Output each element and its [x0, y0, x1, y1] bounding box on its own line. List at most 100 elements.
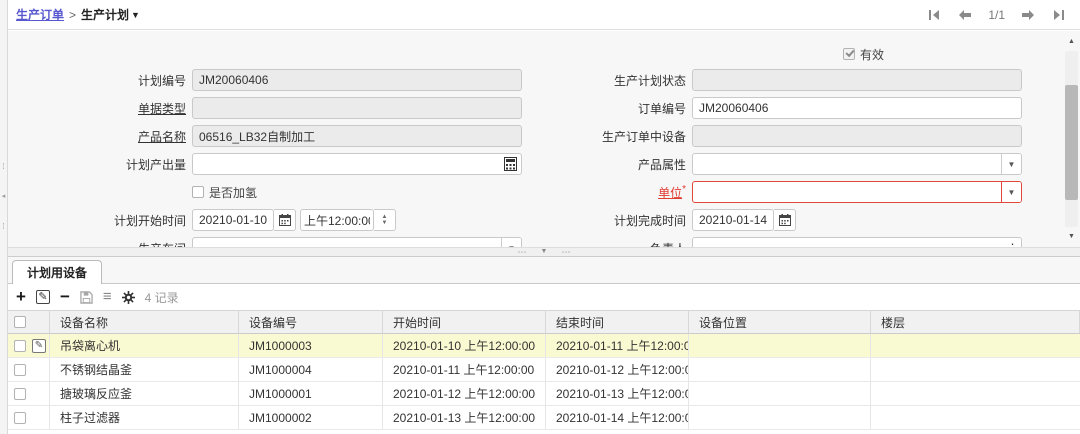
product-name-label-link[interactable]: 产品名称 — [14, 128, 186, 145]
save-icon[interactable] — [80, 291, 93, 304]
calendar-icon[interactable] — [774, 209, 796, 231]
left-collapse-rail[interactable]: ⁞ ◂ ⁞ — [0, 0, 8, 434]
manager-field[interactable]: ⋮ — [692, 237, 1022, 247]
calendar-icon[interactable] — [274, 209, 296, 231]
order-no-input[interactable] — [693, 98, 1021, 118]
splitter-collapse-icon[interactable]: ▼ — [541, 248, 548, 256]
table-row[interactable]: 不锈钢结晶釜JM100000420210-01-11 上午12:00:00202… — [8, 358, 1080, 382]
plan-no-label: 计划编号 — [14, 72, 186, 89]
start-time-input[interactable] — [301, 210, 373, 230]
time-spinner[interactable]: ▲ ▼ — [374, 209, 396, 231]
cell-end[interactable]: 20210-01-13 上午12:00:00 — [546, 382, 689, 405]
column-header[interactable]: 设备名称 — [50, 311, 239, 333]
cell-end[interactable]: 20210-01-11 上午12:00:00 — [546, 334, 689, 357]
splitter-dots-icon[interactable]: ⋯ — [518, 248, 527, 256]
planned-output-input[interactable] — [193, 154, 521, 174]
column-header[interactable]: 开始时间 — [383, 311, 546, 333]
breadcrumb-current[interactable]: 生产计划 — [81, 6, 129, 23]
table-row[interactable]: 柱子过滤器JM100000220210-01-13 上午12:00:002021… — [8, 406, 1080, 430]
row-checkbox[interactable] — [14, 388, 26, 400]
row-checkbox[interactable] — [14, 412, 26, 424]
planned-output-field[interactable] — [192, 153, 522, 175]
product-attr-combobox[interactable]: ▼ — [692, 153, 1022, 175]
cell-floor[interactable] — [871, 406, 1080, 429]
table-row[interactable]: 搪玻璃反应釜JM100000120210-01-12 上午12:00:00202… — [8, 382, 1080, 406]
cell-name[interactable]: 不锈钢结晶釜 — [50, 358, 239, 381]
column-header[interactable]: 楼层 — [871, 311, 1080, 333]
tab-plan-equipment[interactable]: 计划用设备 — [12, 260, 102, 284]
manager-label-link[interactable]: 负责人 — [548, 240, 686, 248]
detail-panel: 计划用设备 + ✎ − ≡ 4 记录 设备名称设备编号开始时间结束时间设备位置楼… — [8, 257, 1080, 434]
row-checkbox[interactable] — [14, 340, 26, 352]
finish-date-field[interactable] — [692, 209, 774, 231]
start-time-field[interactable] — [300, 209, 374, 231]
unit-combobox[interactable]: ▼ — [692, 181, 1022, 203]
cell-end[interactable]: 20210-01-14 上午12:00:00 — [546, 406, 689, 429]
previous-record-icon[interactable] — [958, 9, 972, 21]
chevron-down-icon[interactable]: ▼ — [1001, 154, 1021, 174]
breadcrumb-parent-link[interactable]: 生产订单 — [16, 6, 64, 23]
form-scrollbar[interactable]: ▲ ▼ — [1064, 35, 1079, 243]
calculator-icon[interactable] — [504, 157, 517, 171]
splitter-dots-icon[interactable]: ⋯ — [561, 248, 570, 256]
cell-floor[interactable] — [871, 334, 1080, 357]
gear-icon[interactable] — [122, 291, 135, 304]
cell-floor[interactable] — [871, 358, 1080, 381]
next-record-icon[interactable] — [1021, 9, 1035, 21]
cell-name[interactable]: 柱子过滤器 — [50, 406, 239, 429]
chevron-down-icon[interactable]: ▼ — [1001, 182, 1021, 202]
spin-up-icon[interactable]: ▲ — [382, 215, 388, 220]
list-view-icon[interactable]: ≡ — [103, 291, 112, 303]
remove-row-icon[interactable]: − — [60, 290, 70, 304]
cell-no[interactable]: JM1000004 — [239, 358, 383, 381]
unit-label-link[interactable]: 单位 — [658, 184, 682, 201]
panel-splitter[interactable]: ⋯ ▼ ⋯ — [8, 247, 1080, 257]
cell-name[interactable]: 搪玻璃反应釜 — [50, 382, 239, 405]
edit-row-icon[interactable]: ✎ — [36, 290, 50, 304]
spin-down-icon[interactable]: ▼ — [382, 221, 388, 226]
row-checkbox[interactable] — [14, 364, 26, 376]
manager-input[interactable] — [693, 238, 1004, 247]
rail-collapse-arrow-icon[interactable]: ◂ — [0, 193, 7, 201]
equipment-table: 设备名称设备编号开始时间结束时间设备位置楼层 ✎吊袋离心机JM100000320… — [8, 310, 1080, 430]
column-header[interactable]: 结束时间 — [546, 311, 689, 333]
column-header[interactable]: 设备编号 — [239, 311, 383, 333]
scrollbar-thumb[interactable] — [1065, 85, 1078, 200]
unit-input[interactable] — [693, 182, 1001, 202]
column-header[interactable]: 设备位置 — [689, 311, 871, 333]
start-date-input[interactable] — [193, 210, 273, 230]
scroll-down-icon[interactable]: ▼ — [1065, 230, 1078, 243]
cell-name[interactable]: 吊袋离心机 — [50, 334, 239, 357]
cell-no[interactable]: JM1000001 — [239, 382, 383, 405]
cell-end[interactable]: 20210-01-12 上午12:00:00 — [546, 358, 689, 381]
hydrogenation-checkbox[interactable] — [192, 186, 204, 198]
cell-floor[interactable] — [871, 382, 1080, 405]
cell-no[interactable]: JM1000003 — [239, 334, 383, 357]
add-row-icon[interactable]: + — [16, 290, 26, 304]
cell-start[interactable]: 20210-01-12 上午12:00:00 — [383, 382, 546, 405]
workshop-input[interactable] — [193, 238, 501, 247]
product-attr-input[interactable] — [693, 154, 1001, 174]
breadcrumb-caret-icon[interactable]: ▼ — [131, 10, 140, 20]
table-row[interactable]: ✎ 吊袋离心机JM100000320210-01-10 上午12:00:00202… — [8, 334, 1080, 358]
order-no-field[interactable] — [692, 97, 1022, 119]
first-record-icon[interactable] — [929, 9, 942, 21]
cell-no[interactable]: JM1000002 — [239, 406, 383, 429]
workshop-combobox[interactable]: ▼ — [192, 237, 522, 247]
cell-location[interactable] — [689, 406, 871, 429]
doc-type-label-link[interactable]: 单据类型 — [14, 100, 186, 117]
cell-location[interactable] — [689, 334, 871, 357]
start-date-field[interactable] — [192, 209, 274, 231]
finish-date-input[interactable] — [693, 210, 773, 230]
chevron-down-icon[interactable]: ▼ — [501, 238, 521, 247]
valid-checkbox[interactable] — [843, 48, 855, 60]
cell-start[interactable]: 20210-01-10 上午12:00:00 — [383, 334, 546, 357]
select-all-checkbox[interactable] — [14, 316, 26, 328]
scroll-up-icon[interactable]: ▲ — [1065, 35, 1078, 48]
cell-location[interactable] — [689, 358, 871, 381]
last-record-icon[interactable] — [1051, 9, 1064, 21]
cell-start[interactable]: 20210-01-11 上午12:00:00 — [383, 358, 546, 381]
row-edit-icon[interactable]: ✎ — [32, 339, 46, 353]
cell-start[interactable]: 20210-01-13 上午12:00:00 — [383, 406, 546, 429]
cell-location[interactable] — [689, 382, 871, 405]
